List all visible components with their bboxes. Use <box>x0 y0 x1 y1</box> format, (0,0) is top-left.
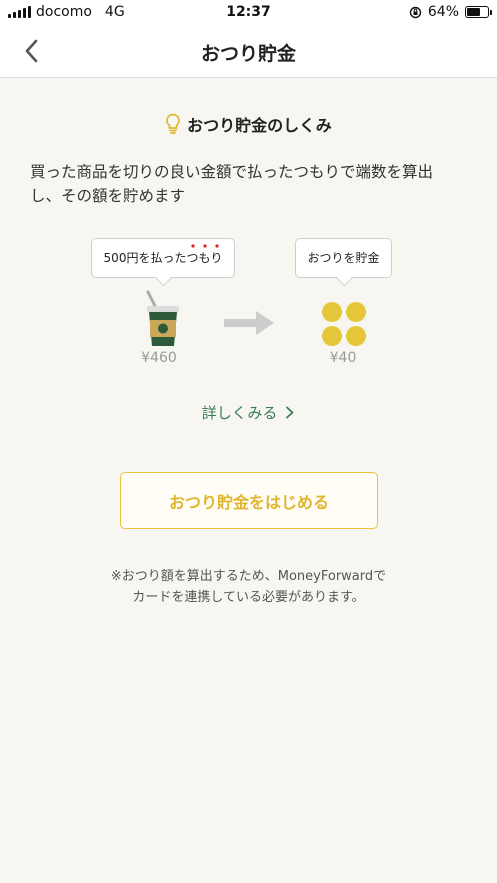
note-line-1: ※おつり額を算出するため、MoneyForwardで <box>110 569 387 584</box>
status-right: 64% <box>409 4 492 20</box>
section-heading-label: おつり貯金のしくみ <box>187 116 332 135</box>
battery-icon <box>465 6 492 18</box>
details-link[interactable]: 詳しくみる <box>0 402 497 423</box>
page-title: おつり貯金 <box>200 43 296 65</box>
change-amount: ¥40 <box>329 350 357 366</box>
section-heading: おつり貯金のしくみ <box>0 112 497 136</box>
battery-fill <box>467 8 480 16</box>
lightbulb-icon <box>166 113 181 134</box>
coins-icon <box>322 302 366 346</box>
battery-percent: 64% <box>427 4 459 20</box>
start-savings-button[interactable]: おつり貯金をはじめる <box>120 472 378 529</box>
paid-speech-bubble: 500円を払ったつもり <box>91 238 235 278</box>
description-line-1: 買った商品を切りの良い金額で払ったつもりで端数を算出 <box>30 163 434 181</box>
requirement-note: ※おつり額を算出するため、MoneyForwardで カードを連携している必要が… <box>0 566 497 608</box>
details-link-label: 詳しくみる <box>201 404 278 422</box>
chevron-left-icon <box>25 39 38 63</box>
status-bar: docomo 4G 12:37 64% <box>0 0 497 24</box>
note-line-2: カードを連携している必要があります。 <box>132 590 365 605</box>
description: 買った商品を切りの良い金額で払ったつもりで端数を算出 し、その額を貯めます <box>30 160 470 208</box>
orientation-lock-icon <box>409 6 422 18</box>
paid-bubble-text: 500円を払ったつもり <box>103 251 223 265</box>
description-line-2: し、その額を貯めます <box>30 187 186 205</box>
save-bubble-text: おつりを貯金 <box>307 251 380 265</box>
item-price: ¥460 <box>141 350 177 366</box>
arrow-right-icon <box>224 311 274 335</box>
nav-bar: おつり貯金 <box>0 24 497 78</box>
emphasis-dots <box>191 244 219 248</box>
chevron-right-icon <box>286 406 294 419</box>
coffee-cup-icon <box>146 290 179 346</box>
save-speech-bubble: おつりを貯金 <box>295 238 392 278</box>
back-button[interactable] <box>18 36 48 66</box>
